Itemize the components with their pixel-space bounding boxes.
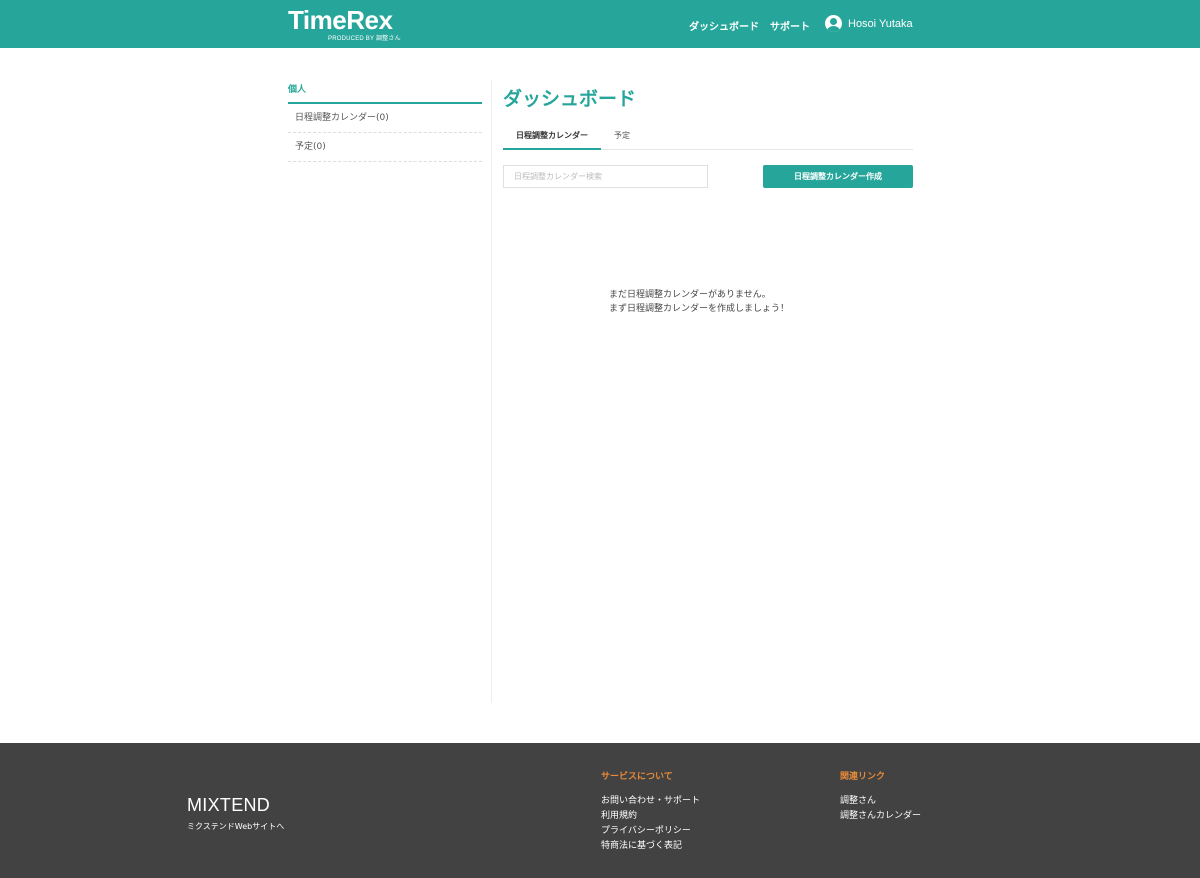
nav-support-link[interactable]: サポート: [770, 18, 810, 33]
sidebar-title: 個人: [288, 80, 482, 104]
empty-state-message: まだ日程調整カレンダーがありません。 まず日程調整カレンダーを作成しましょう！: [609, 288, 789, 316]
user-name: Hosoi Yutaka: [848, 17, 913, 30]
sidebar-item-events[interactable]: 予定(0): [288, 133, 482, 162]
footer-link-chouseisan[interactable]: 調整さん: [840, 794, 921, 809]
empty-state-line-2: まず日程調整カレンダーを作成しましょう！: [609, 304, 790, 314]
tab-calendars[interactable]: 日程調整カレンダー: [503, 126, 601, 150]
page-title: ダッシュボード: [503, 88, 637, 110]
calendar-search-input[interactable]: [503, 165, 708, 188]
logo-text: TimeRex: [288, 5, 393, 35]
user-avatar-icon: [825, 15, 842, 32]
logo-subtitle: PRODUCED BY 調整さん: [328, 36, 401, 42]
user-menu[interactable]: Hosoi Yutaka: [825, 15, 913, 32]
mixtend-website-link[interactable]: ミクステンドWebサイトへ: [187, 821, 284, 832]
footer-link-contact[interactable]: お問い合わせ・サポート: [601, 794, 700, 809]
tab-events[interactable]: 予定: [611, 126, 633, 150]
footer-related-heading: 関連リンク: [840, 772, 886, 782]
tab-bar: 日程調整カレンダー 予定: [503, 126, 913, 150]
footer-service-column: サービスについて お問い合わせ・サポート 利用規約 プライバシーポリシー 特商法…: [601, 769, 700, 854]
footer-link-commerce-law[interactable]: 特商法に基づく表記: [601, 839, 700, 854]
nav-dashboard-link[interactable]: ダッシュボード: [689, 18, 759, 33]
timerex-logo[interactable]: TimeRex PRODUCED BY 調整さん: [288, 5, 401, 42]
footer-link-terms[interactable]: 利用規約: [601, 809, 700, 824]
empty-state-line-1: まだ日程調整カレンダーがありません。: [609, 290, 771, 300]
sidebar-item-calendars[interactable]: 日程調整カレンダー(0): [288, 104, 482, 133]
footer-service-heading: サービスについて: [601, 772, 673, 782]
footer-link-privacy[interactable]: プライバシーポリシー: [601, 824, 700, 839]
create-calendar-button[interactable]: 日程調整カレンダー作成: [763, 165, 913, 188]
footer: MIXTEND ミクステンドWebサイトへ サービスについて お問い合わせ・サポ…: [0, 743, 1200, 878]
footer-related-column: 関連リンク 調整さん 調整さんカレンダー: [840, 769, 921, 824]
sidebar: 個人 日程調整カレンダー(0) 予定(0): [288, 80, 482, 162]
mixtend-logo[interactable]: MIXTEND: [187, 795, 270, 816]
top-header: TimeRex PRODUCED BY 調整さん ダッシュボード サポート Ho…: [0, 0, 1200, 48]
footer-link-chouseisan-calendar[interactable]: 調整さんカレンダー: [840, 809, 921, 824]
content-divider: [491, 80, 492, 703]
